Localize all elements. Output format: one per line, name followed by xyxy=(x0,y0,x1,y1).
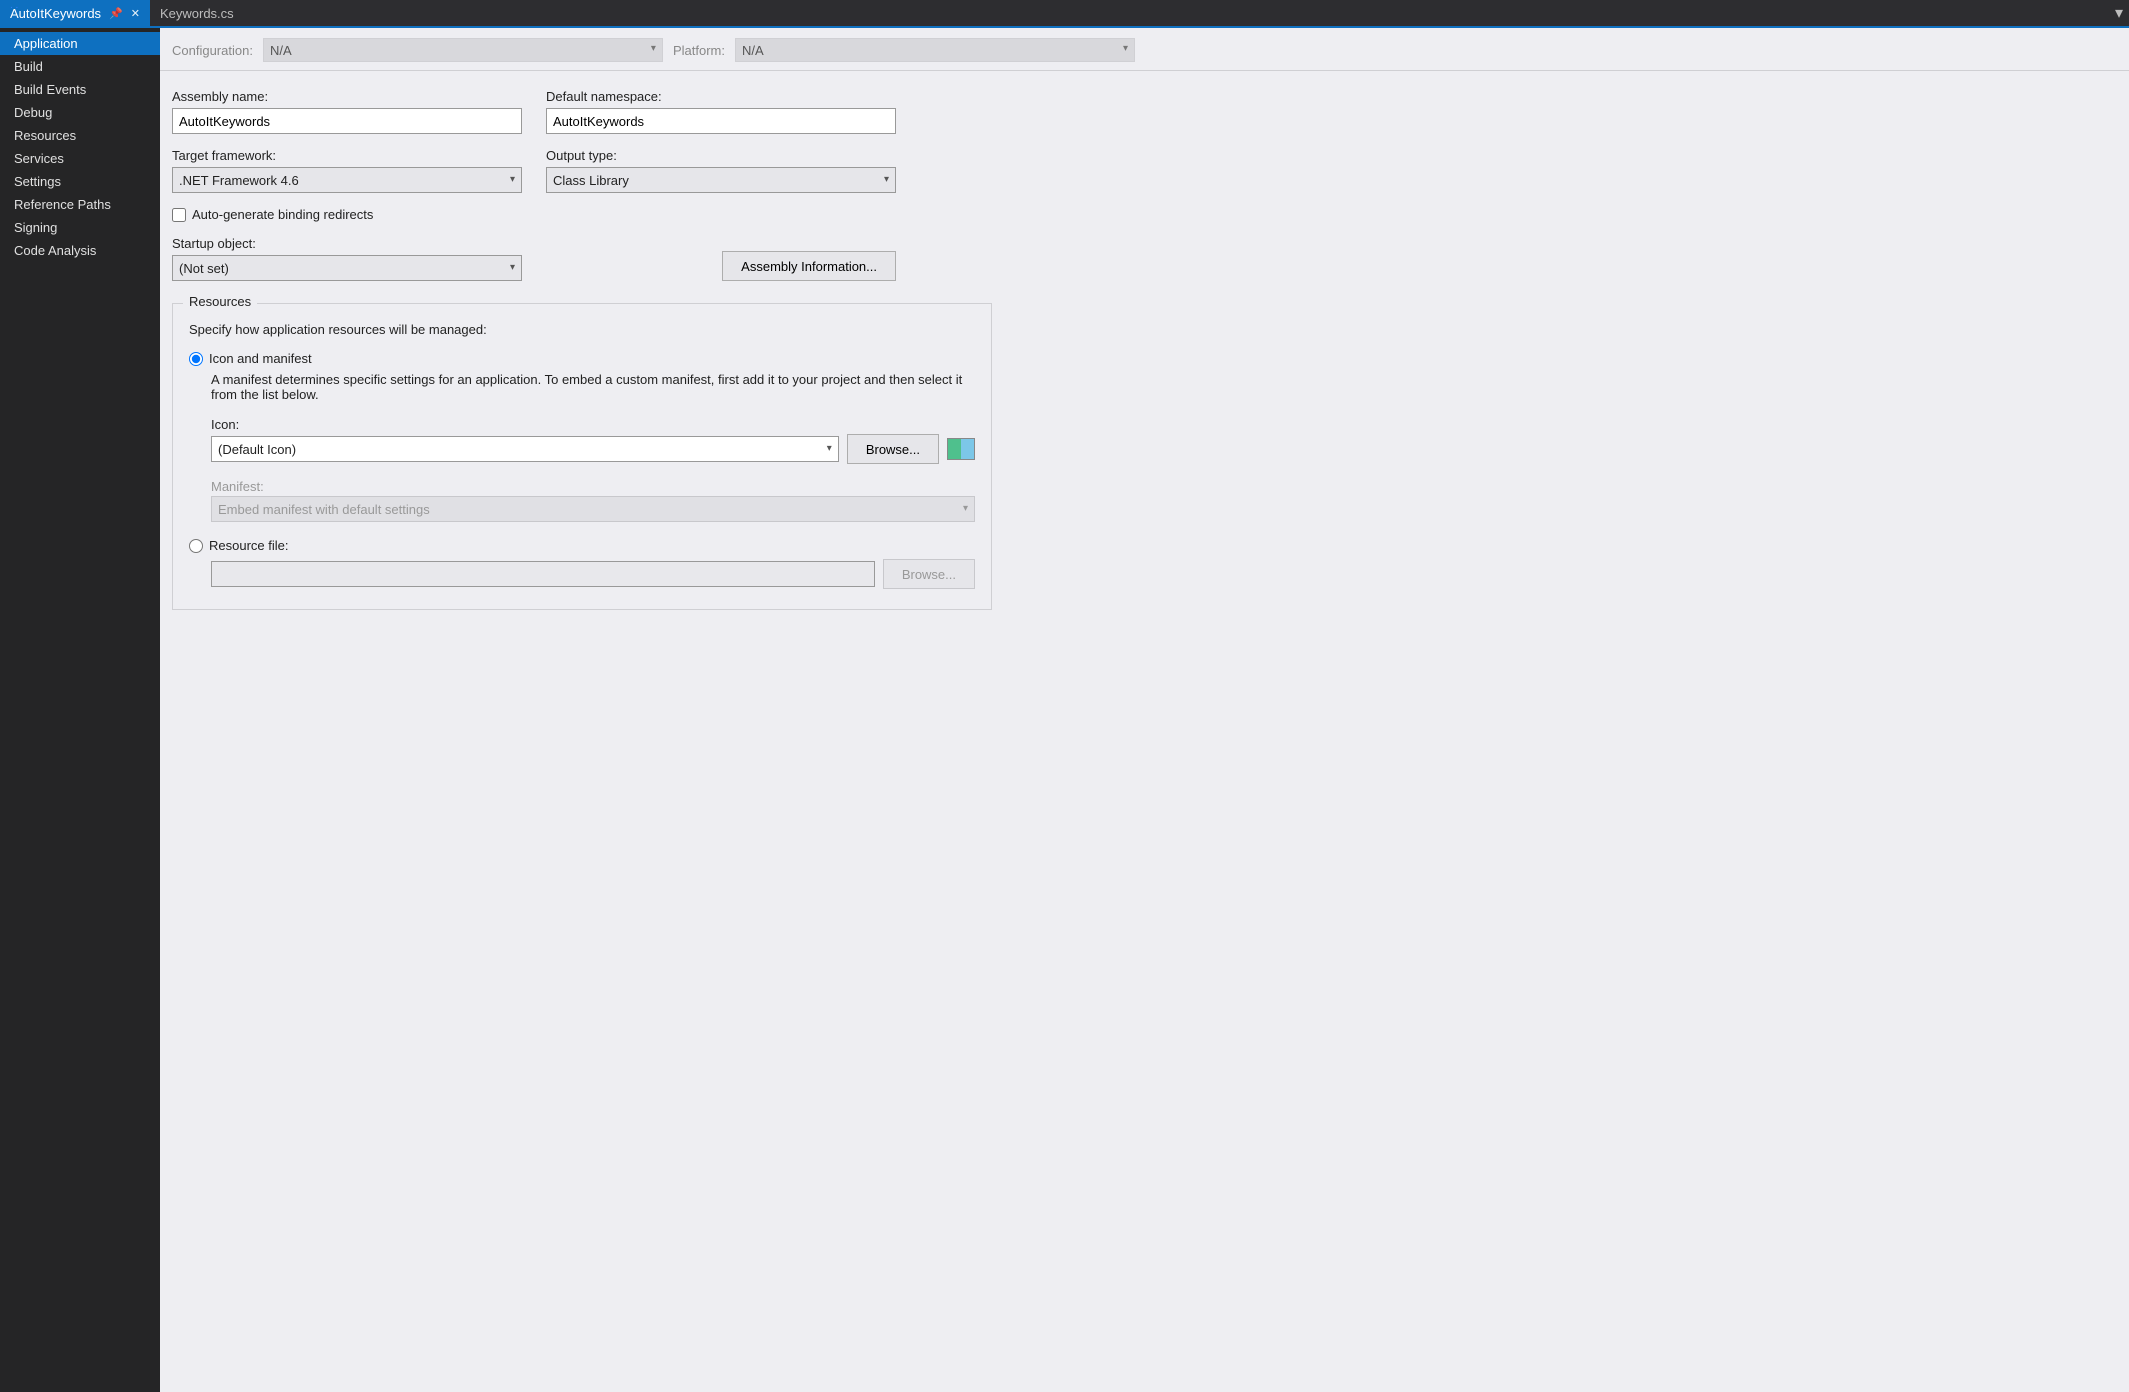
radio-resource-file[interactable]: Resource file: xyxy=(189,538,975,553)
chevron-down-icon: ▾ xyxy=(827,443,832,454)
sidebar-item-signing[interactable]: Signing xyxy=(0,216,160,239)
default-namespace-input[interactable] xyxy=(546,108,896,134)
configuration-dropdown[interactable]: N/A ▾ xyxy=(263,38,663,62)
auto-redirect-label: Auto-generate binding redirects xyxy=(192,207,373,222)
chevron-down-icon: ▾ xyxy=(963,503,968,514)
properties-panel: Configuration: N/A ▾ Platform: N/A ▾ Ass… xyxy=(160,28,2129,1392)
output-type-label: Output type: xyxy=(546,148,896,163)
sidebar-item-debug[interactable]: Debug xyxy=(0,101,160,124)
icon-label: Icon: xyxy=(211,417,239,432)
assembly-information-button[interactable]: Assembly Information... xyxy=(722,251,896,281)
close-icon[interactable]: ✕ xyxy=(131,7,140,20)
tab-keywords-cs[interactable]: Keywords.cs xyxy=(150,0,244,26)
pin-icon[interactable]: 📌 xyxy=(109,7,123,20)
startup-object-select[interactable]: (Not set) ▾ xyxy=(172,255,522,281)
icon-value: (Default Icon) xyxy=(218,442,296,457)
resources-group: Resources Specify how application resour… xyxy=(172,303,992,610)
sidebar-item-application[interactable]: Application xyxy=(0,32,160,55)
auto-redirect-checkbox-row[interactable]: Auto-generate binding redirects xyxy=(172,207,1148,222)
target-framework-label: Target framework: xyxy=(172,148,522,163)
output-type-select[interactable]: Class Library ▾ xyxy=(546,167,896,193)
chevron-down-icon: ▾ xyxy=(884,174,889,185)
sidebar-item-reference-paths[interactable]: Reference Paths xyxy=(0,193,160,216)
assembly-name-label: Assembly name: xyxy=(172,89,522,104)
startup-object-label: Startup object: xyxy=(172,236,522,251)
tab-autoitkeywords[interactable]: AutoItKeywords 📌 ✕ xyxy=(0,0,150,26)
startup-object-value: (Not set) xyxy=(179,261,229,276)
configuration-value: N/A xyxy=(270,43,292,58)
manifest-value: Embed manifest with default settings xyxy=(218,502,430,517)
page-anchor: . . xyxy=(10,0,18,11)
manifest-description: A manifest determines specific settings … xyxy=(211,372,975,402)
chevron-down-icon: ▾ xyxy=(2115,3,2123,23)
sidebar-item-code-analysis[interactable]: Code Analysis xyxy=(0,239,160,262)
chevron-down-icon: ▾ xyxy=(510,262,515,273)
chevron-down-icon: ▾ xyxy=(1123,43,1128,54)
configuration-label: Configuration: xyxy=(172,43,253,58)
resource-file-browse-button: Browse... xyxy=(883,559,975,589)
platform-label: Platform: xyxy=(673,43,725,58)
sidebar-item-settings[interactable]: Settings xyxy=(0,170,160,193)
sidebar-item-build-events[interactable]: Build Events xyxy=(0,78,160,101)
output-type-value: Class Library xyxy=(553,173,629,188)
radio-icon-manifest-input[interactable] xyxy=(189,352,203,366)
icon-preview xyxy=(947,438,975,460)
auto-redirect-checkbox[interactable] xyxy=(172,208,186,222)
radio-resource-file-input[interactable] xyxy=(189,539,203,553)
tab-label: AutoItKeywords xyxy=(10,6,101,21)
manifest-select: Embed manifest with default settings ▾ xyxy=(211,496,975,522)
radio-resource-file-label: Resource file: xyxy=(209,538,288,553)
sidebar-item-resources[interactable]: Resources xyxy=(0,124,160,147)
document-tabbar: AutoItKeywords 📌 ✕ Keywords.cs ▾ xyxy=(0,0,2129,28)
platform-value: N/A xyxy=(742,43,764,58)
resources-intro: Specify how application resources will b… xyxy=(189,322,975,337)
target-framework-select[interactable]: .NET Framework 4.6 ▾ xyxy=(172,167,522,193)
target-framework-value: .NET Framework 4.6 xyxy=(179,173,299,188)
tab-overflow-button[interactable]: ▾ xyxy=(2109,0,2129,26)
chevron-down-icon: ▾ xyxy=(651,43,656,54)
sidebar-item-build[interactable]: Build xyxy=(0,55,160,78)
resource-file-input xyxy=(211,561,875,587)
configuration-bar: Configuration: N/A ▾ Platform: N/A ▾ xyxy=(160,28,2129,71)
default-namespace-label: Default namespace: xyxy=(546,89,896,104)
tab-label: Keywords.cs xyxy=(160,6,234,21)
radio-icon-manifest[interactable]: Icon and manifest xyxy=(189,351,975,366)
sidebar-item-services[interactable]: Services xyxy=(0,147,160,170)
chevron-down-icon: ▾ xyxy=(510,174,515,185)
icon-browse-button[interactable]: Browse... xyxy=(847,434,939,464)
project-properties-sidebar: Application Build Build Events Debug Res… xyxy=(0,28,160,1392)
platform-dropdown[interactable]: N/A ▾ xyxy=(735,38,1135,62)
radio-icon-manifest-label: Icon and manifest xyxy=(209,351,312,366)
assembly-name-input[interactable] xyxy=(172,108,522,134)
icon-select[interactable]: (Default Icon) ▾ xyxy=(211,436,839,462)
manifest-label: Manifest: xyxy=(211,479,264,494)
resources-group-title: Resources xyxy=(183,294,257,309)
